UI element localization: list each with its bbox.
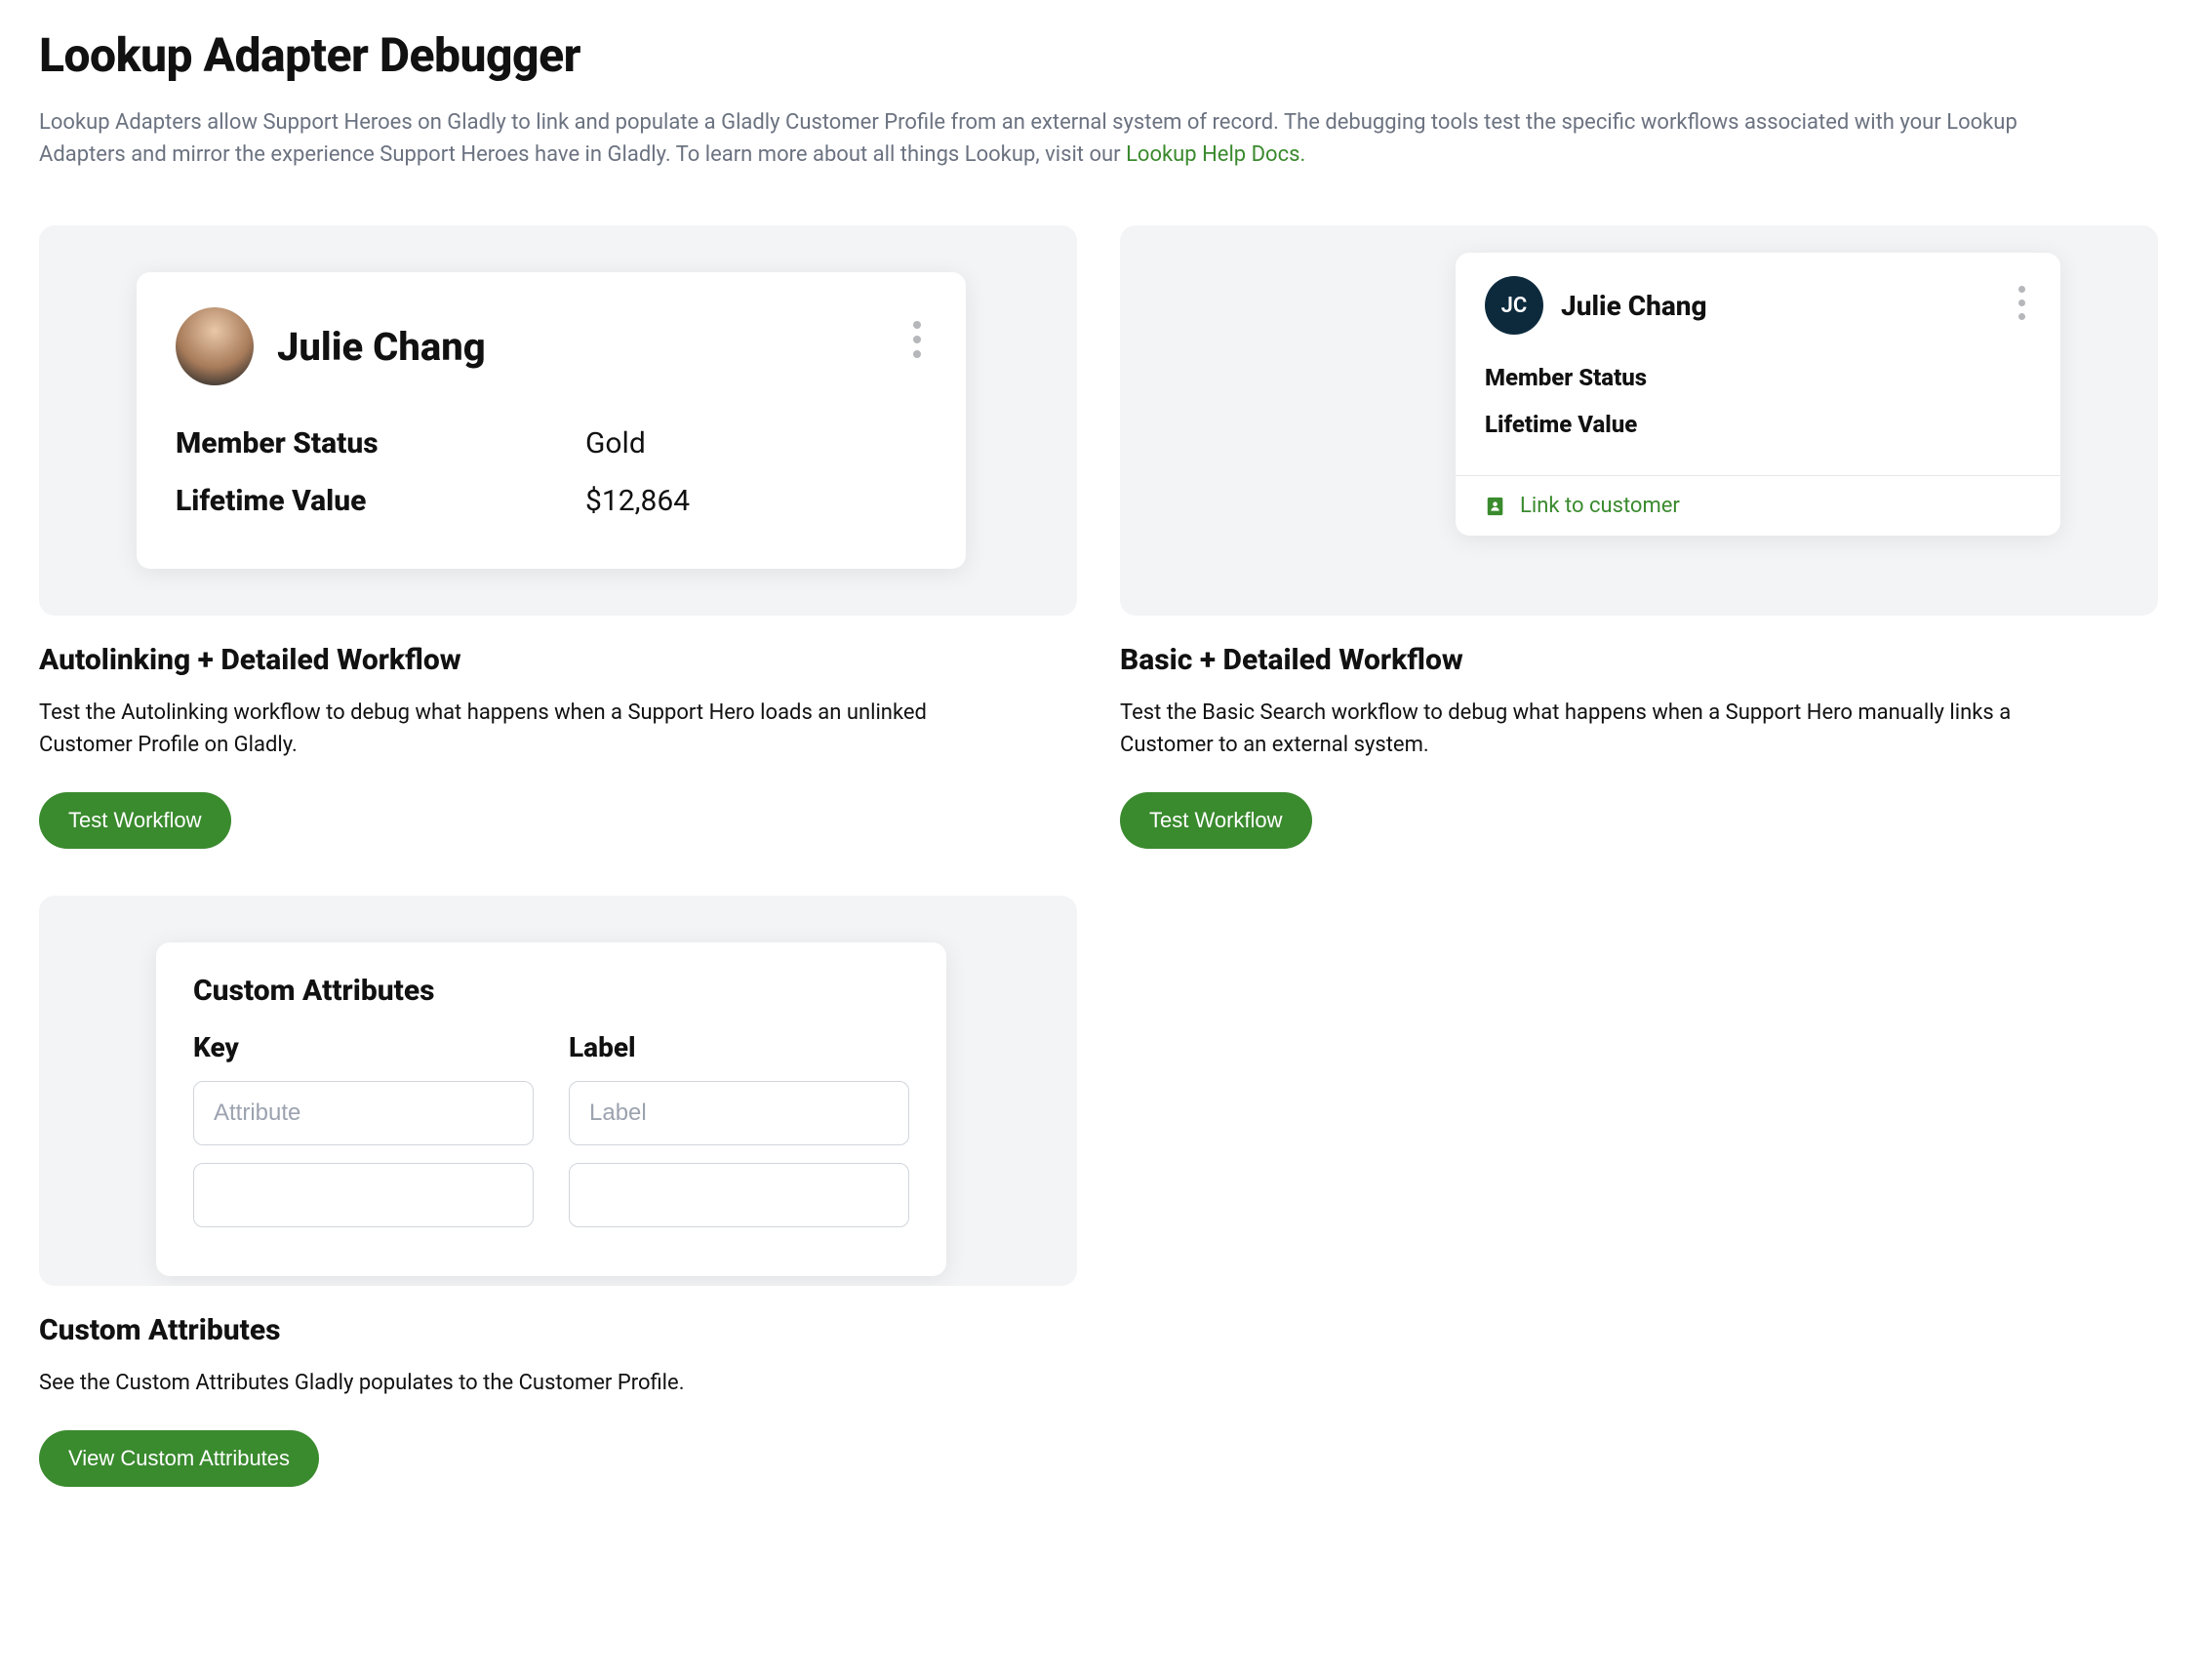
link-to-customer-button[interactable]: Link to customer bbox=[1456, 475, 2060, 536]
profile-row-key: Lifetime Value bbox=[176, 484, 585, 518]
card-title: Custom Attributes bbox=[39, 1313, 1077, 1347]
profile-attr: Lifetime Value bbox=[1485, 401, 2031, 448]
page-intro: Lookup Adapters allow Support Heroes on … bbox=[39, 106, 2088, 171]
label-header: Label bbox=[569, 1031, 909, 1063]
test-workflow-button[interactable]: Test Workflow bbox=[1120, 792, 1312, 849]
view-custom-attributes-button[interactable]: View Custom Attributes bbox=[39, 1430, 319, 1487]
link-to-customer-label: Link to customer bbox=[1520, 494, 1680, 518]
profile-card: Julie Chang Member Status Gold Lifetime … bbox=[137, 272, 966, 569]
autolinking-preview: Julie Chang Member Status Gold Lifetime … bbox=[39, 225, 1077, 616]
autolinking-card: Julie Chang Member Status Gold Lifetime … bbox=[39, 225, 1077, 849]
card-title: Autolinking + Detailed Workflow bbox=[39, 643, 1077, 677]
custom-attributes-preview: Custom Attributes Key Label bbox=[39, 896, 1077, 1286]
test-workflow-button[interactable]: Test Workflow bbox=[39, 792, 231, 849]
profile-row-value: Gold bbox=[585, 426, 927, 460]
custom-attributes-card: Custom Attributes Key Label Custom Attri… bbox=[39, 896, 1077, 1487]
address-book-icon bbox=[1485, 496, 1506, 517]
profile-name: Julie Chang bbox=[1561, 290, 1707, 322]
more-menu-icon[interactable] bbox=[907, 315, 927, 364]
attribute-key-input[interactable] bbox=[193, 1163, 534, 1227]
profile-row-key: Member Status bbox=[176, 426, 585, 460]
profile-attr: Member Status bbox=[1485, 354, 2031, 401]
avatar bbox=[176, 307, 254, 385]
more-menu-icon[interactable] bbox=[2013, 280, 2031, 326]
lookup-help-docs-link[interactable]: Lookup Help Docs. bbox=[1126, 142, 1305, 167]
profile-name: Julie Chang bbox=[277, 324, 486, 370]
attribute-key-input[interactable] bbox=[193, 1081, 534, 1145]
form-title: Custom Attributes bbox=[193, 974, 909, 1008]
profile-row: Member Status Gold bbox=[176, 415, 927, 472]
card-desc: Test the Basic Search workflow to debug … bbox=[1120, 697, 2096, 761]
key-header: Key bbox=[193, 1031, 534, 1063]
card-desc: Test the Autolinking workflow to debug w… bbox=[39, 697, 1015, 761]
profile-card-small: JC Julie Chang Member Status Lifetime Va… bbox=[1456, 253, 2060, 536]
attribute-label-input[interactable] bbox=[569, 1081, 909, 1145]
basic-card: JC Julie Chang Member Status Lifetime Va… bbox=[1120, 225, 2158, 849]
profile-row-value: $12,864 bbox=[585, 484, 927, 518]
attribute-label-input[interactable] bbox=[569, 1163, 909, 1227]
intro-text: Lookup Adapters allow Support Heroes on … bbox=[39, 110, 2017, 167]
card-desc: See the Custom Attributes Gladly populat… bbox=[39, 1367, 1015, 1399]
card-title: Basic + Detailed Workflow bbox=[1120, 643, 2158, 677]
basic-preview: JC Julie Chang Member Status Lifetime Va… bbox=[1120, 225, 2158, 616]
avatar-initials: JC bbox=[1485, 276, 1543, 335]
profile-row: Lifetime Value $12,864 bbox=[176, 472, 927, 530]
page-title: Lookup Adapter Debugger bbox=[39, 27, 2158, 83]
custom-attributes-form: Custom Attributes Key Label bbox=[156, 942, 946, 1276]
